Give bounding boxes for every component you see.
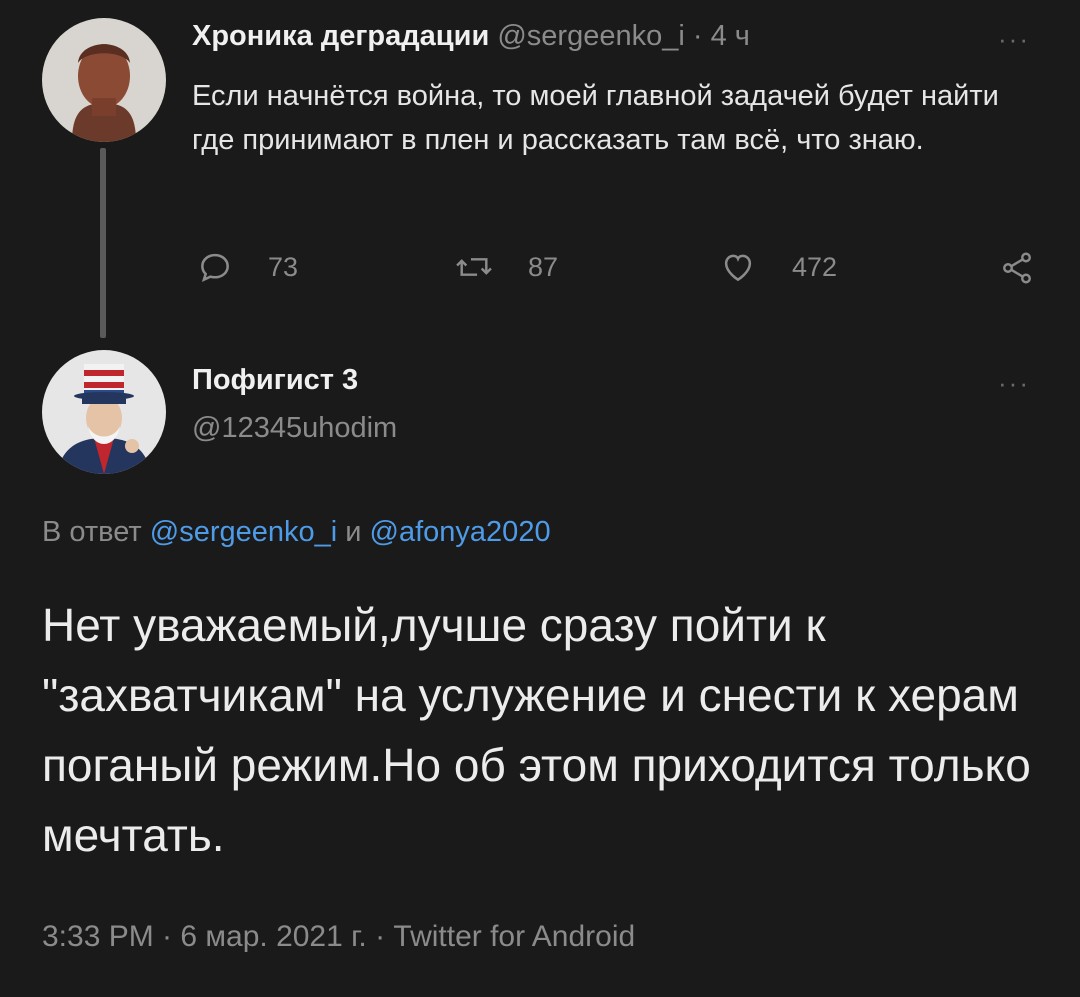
mention-link[interactable]: @sergeenko_i xyxy=(150,516,337,548)
author-handle[interactable]: @12345uhodim xyxy=(192,412,397,445)
tweet-text: Если начнётся война, то моей главной зад… xyxy=(192,80,999,156)
tweet-header: Хроника деградации @sergeenko_i · 4 ч xyxy=(192,20,750,53)
tweet-time[interactable]: 4 ч xyxy=(711,20,750,52)
reply-icon xyxy=(201,253,229,282)
reply-conjunction: и xyxy=(345,516,362,548)
avatar[interactable] xyxy=(42,18,166,142)
reply-count: 73 xyxy=(268,251,299,282)
reply-context: В ответ @sergeenko_i и @afonya2020 xyxy=(42,516,551,549)
avatar[interactable] xyxy=(42,350,166,474)
heart-icon xyxy=(724,254,752,282)
reply-prefix: В ответ xyxy=(42,516,142,548)
tweet-timestamp[interactable]: 3:33 PM · 6 мар. 2021 г. · Twitter for A… xyxy=(42,920,635,954)
reply-button[interactable]: 73 xyxy=(196,248,298,286)
separator: · xyxy=(692,20,703,52)
retweet-icon xyxy=(456,258,492,276)
mention-link[interactable]: @afonya2020 xyxy=(370,516,551,548)
more-options-button[interactable]: ··· xyxy=(998,24,1030,55)
retweet-button[interactable]: 87 xyxy=(454,248,558,286)
more-options-button[interactable]: ··· xyxy=(998,368,1030,399)
share-icon xyxy=(1003,252,1031,284)
author-name[interactable]: Хроника деградации xyxy=(192,20,489,52)
retweet-count: 87 xyxy=(528,251,559,282)
share-button[interactable] xyxy=(998,250,1036,291)
author-handle[interactable]: @sergeenko_i xyxy=(497,20,684,52)
tweet-text: Нет уважаемый,лучше сразу пойти к "захва… xyxy=(42,599,1031,861)
like-count: 472 xyxy=(792,251,838,282)
author-name[interactable]: Пофигист 3 xyxy=(192,364,358,397)
like-button[interactable]: 472 xyxy=(718,248,837,286)
thread-line xyxy=(100,148,106,338)
